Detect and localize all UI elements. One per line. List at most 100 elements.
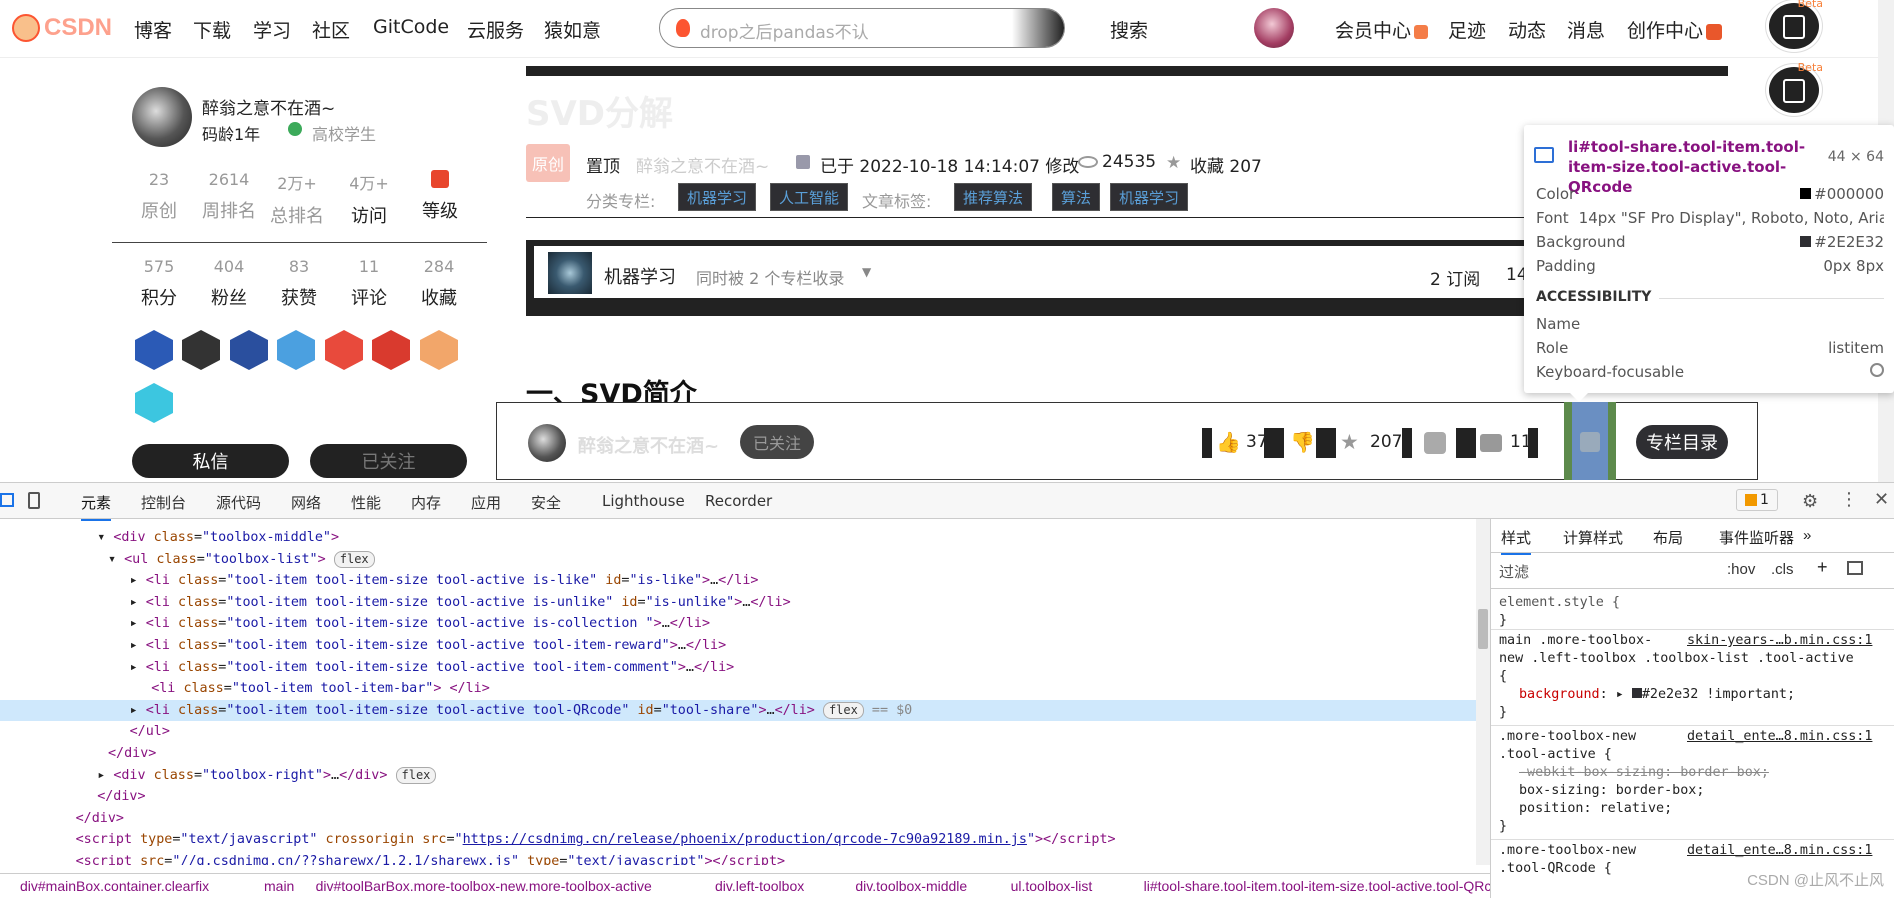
dom-node-line[interactable]: ▸ <li class="tool-item tool-item-size to… [0, 635, 1476, 657]
breadcrumb-item[interactable]: div#toolBarBox.more-toolbox-new.more-too… [316, 878, 652, 894]
tab-sources[interactable]: 源代码 [216, 492, 261, 513]
rule2-source-link[interactable]: detail_ente…8.min.css:1 [1687, 729, 1872, 744]
search-button[interactable]: 搜索 [1110, 16, 1148, 43]
search-input[interactable]: drop之后pandas不认 [659, 8, 1065, 48]
stat-fans[interactable]: 404 粉丝 [198, 257, 260, 310]
stat-level[interactable]: 等级 [409, 170, 471, 223]
dom-node-line[interactable]: ▸ <li class="tool-item tool-item-size to… [0, 592, 1476, 614]
more-options-icon[interactable]: ⋮ [1840, 489, 1858, 510]
comment-icon[interactable] [1480, 434, 1502, 452]
toolbar-avatar[interactable] [528, 424, 566, 462]
rule2-decl-1[interactable]: -webkit-box-sizing: border-box; [1519, 765, 1769, 780]
nav-yuanruyi[interactable]: 猿如意 [544, 16, 601, 43]
toolbar-author[interactable]: 醉翁之意不在酒~ [578, 432, 719, 458]
rule1-source-link[interactable]: skin-years-…b.min.css:1 [1687, 633, 1872, 648]
breadcrumb-item[interactable]: li#tool-share.tool-item.tool-item-size.t… [1144, 878, 1490, 894]
reward-icon[interactable] [1424, 432, 1446, 454]
dom-node-line[interactable]: <script src="//g.csdnimg.cn/??sharewx/1.… [0, 851, 1476, 865]
rule2-selector[interactable]: .more-toolbox-new [1499, 729, 1636, 744]
stat-comments[interactable]: 11 评论 [338, 257, 400, 310]
catalog-button[interactable]: 专栏目录 [1636, 425, 1728, 459]
nav-creator[interactable]: 创作中心 [1627, 16, 1723, 43]
article-author[interactable]: 醉翁之意不在酒~ [636, 152, 769, 177]
rule1-selector[interactable]: main .more-toolbox- [1499, 633, 1652, 648]
rule1-decl[interactable]: background: ▸ #2e2e32 !important; [1519, 687, 1795, 702]
stat-visits[interactable]: 4万+ 访问 [338, 170, 400, 228]
tab-recorder[interactable]: Recorder [705, 492, 772, 510]
dom-tree-scrollbar[interactable] [1476, 519, 1490, 865]
column-tag-ai[interactable]: 人工智能 [770, 183, 849, 211]
like-icon[interactable]: 👍 [1216, 430, 1241, 454]
beta-tool-button-2[interactable]: Beta [1766, 61, 1823, 116]
stat-original[interactable]: 23 原创 [128, 170, 190, 223]
nav-vip[interactable]: 会员中心 [1335, 16, 1429, 43]
stat-total-rank[interactable]: 2万+ 总排名 [266, 170, 328, 228]
author-avatar[interactable] [132, 87, 192, 147]
dom-node-selected[interactable]: ▸ <li class="tool-item tool-item-size to… [0, 699, 1476, 722]
author-name[interactable]: 醉翁之意不在酒~ [202, 94, 335, 119]
dom-node-line[interactable]: ▾ <div class="toolbox-middle"> [0, 527, 1476, 549]
dom-node-line[interactable]: ▸ <li class="tool-item tool-item-size to… [0, 657, 1476, 679]
settings-gear-icon[interactable]: ⚙ [1802, 491, 1818, 512]
inspect-cursor-icon[interactable] [0, 493, 14, 507]
dom-node-line[interactable]: </div> [0, 743, 1476, 765]
dom-node-line[interactable]: ▾ <ul class="toolbox-list"> flex [0, 549, 1476, 571]
rule2-decl-3[interactable]: position: relative; [1519, 801, 1672, 816]
collect-icon[interactable]: ★ [1340, 430, 1359, 454]
dom-node-line[interactable]: <script type="text/javascript" crossorig… [0, 829, 1476, 851]
column-box-sub[interactable]: 同时被 2 个专栏收录 [696, 265, 844, 289]
column-box-title[interactable]: 机器学习 [604, 263, 676, 289]
tab-event-listeners[interactable]: 事件监听器 [1719, 527, 1794, 548]
csdn-logo[interactable]: CSDN [12, 12, 116, 44]
dom-node-line[interactable]: </ul> [0, 721, 1476, 743]
element-style-rule[interactable]: element.style { [1499, 595, 1620, 610]
cls-toggle[interactable]: .cls [1771, 561, 1794, 578]
dom-node-line[interactable]: ▸ <li class="tool-item tool-item-size to… [0, 570, 1476, 592]
tag-recommend[interactable]: 推荐算法 [954, 183, 1033, 211]
dom-node-line[interactable]: ▸ <div class="toolbox-right">…</div> fle… [0, 765, 1476, 787]
tab-application[interactable]: 应用 [471, 492, 501, 513]
tab-styles[interactable]: 样式 [1501, 527, 1532, 555]
dom-node-line[interactable]: ▸ <li class="tool-item tool-item-size to… [0, 613, 1476, 635]
stat-week-rank[interactable]: 2614 周排名 [198, 170, 260, 223]
toolbar-follow-button[interactable]: 已关注 [740, 425, 814, 459]
nav-footprint[interactable]: 足迹 [1448, 16, 1486, 43]
scroll-thumb[interactable] [1478, 609, 1488, 649]
breadcrumb-item[interactable]: div.toolbox-middle [855, 878, 967, 894]
nav-gitcode[interactable]: GitCode [373, 16, 449, 38]
device-toolbar-icon[interactable] [28, 492, 40, 509]
dom-node-line[interactable]: <li class="tool-item tool-item-bar"> </l… [0, 678, 1476, 700]
unlike-icon[interactable]: 👎 [1290, 430, 1315, 454]
issues-badge[interactable]: 1 [1736, 489, 1778, 511]
nav-download[interactable]: 下载 [193, 16, 231, 43]
rule3-source-link[interactable]: detail_ente…8.min.css:1 [1687, 843, 1872, 858]
nav-learn[interactable]: 学习 [253, 16, 291, 43]
close-devtools-icon[interactable]: ✕ [1874, 489, 1889, 510]
nav-cloud[interactable]: 云服务 [467, 16, 524, 43]
tab-network[interactable]: 网络 [291, 492, 321, 513]
nav-messages[interactable]: 消息 [1567, 16, 1605, 43]
nav-dynamic[interactable]: 动态 [1508, 16, 1546, 43]
message-button[interactable]: 私信 [132, 444, 289, 478]
stat-collects[interactable]: 284 收藏 [408, 257, 470, 310]
toggle-sidebar-icon[interactable] [1847, 561, 1863, 575]
add-rule-icon[interactable]: + [1817, 557, 1828, 578]
breadcrumb-item[interactable]: ul.toolbox-list [1011, 878, 1093, 894]
tab-security[interactable]: 安全 [531, 492, 561, 513]
rule2-decl-2[interactable]: box-sizing: border-box; [1519, 783, 1704, 798]
tag-ml[interactable]: 机器学习 [1110, 183, 1189, 211]
tab-computed[interactable]: 计算样式 [1563, 527, 1623, 548]
tab-console[interactable]: 控制台 [141, 492, 186, 513]
rule3-selector[interactable]: .more-toolbox-new [1499, 843, 1636, 858]
follow-button[interactable]: 已关注 [310, 444, 467, 478]
more-tabs-icon[interactable]: » [1803, 527, 1811, 544]
tab-performance[interactable]: 性能 [351, 492, 381, 513]
tab-layout[interactable]: 布局 [1653, 527, 1683, 548]
tab-elements[interactable]: 元素 [81, 492, 112, 521]
beta-tool-button-1[interactable]: Beta [1766, 0, 1823, 52]
stat-likes[interactable]: 83 获赞 [268, 257, 330, 310]
nav-blog[interactable]: 博客 [134, 16, 172, 43]
tab-lighthouse[interactable]: Lighthouse [602, 492, 685, 510]
subscribe-count[interactable]: 2 订阅 [1430, 265, 1480, 290]
tag-algorithm[interactable]: 算法 [1052, 183, 1101, 211]
